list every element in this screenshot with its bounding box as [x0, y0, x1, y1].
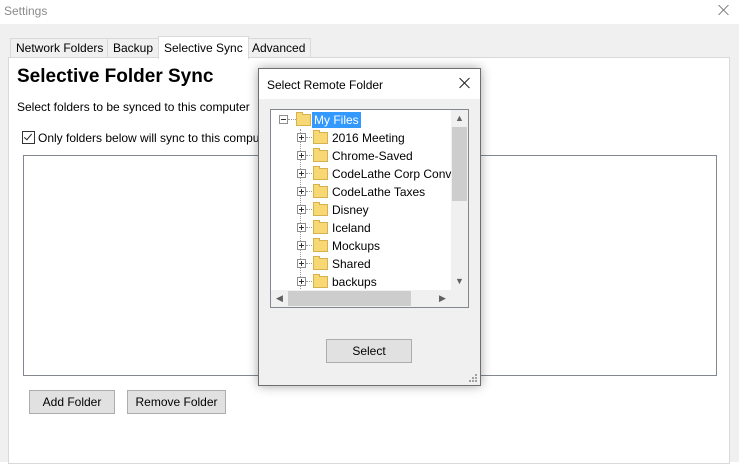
expand-icon[interactable]	[297, 187, 306, 196]
tree-node-label[interactable]: CodeLathe Taxes	[332, 185, 425, 199]
tree-node[interactable]: Iceland	[271, 219, 451, 237]
only-folders-checkbox-row[interactable]: Only folders below will sync to this com…	[22, 131, 259, 145]
only-folders-checkbox-label: Only folders below will sync to this com…	[38, 131, 260, 145]
tree-node-label[interactable]: backups	[332, 275, 377, 289]
dialog-title: Select Remote Folder	[267, 78, 384, 92]
tree-node-root[interactable]: My Files	[271, 111, 451, 129]
tree-node-label[interactable]: CodeLathe Corp Conv	[332, 167, 451, 181]
collapse-icon[interactable]	[279, 115, 288, 124]
folder-icon	[313, 184, 328, 198]
expand-icon[interactable]	[297, 241, 306, 250]
tree-node[interactable]: Disney	[271, 201, 451, 219]
select-button[interactable]: Select	[326, 339, 412, 363]
tree-node[interactable]: CodeLathe Taxes	[271, 183, 451, 201]
horizontal-scrollbar[interactable]: ◀ ▶	[271, 290, 451, 307]
folder-icon	[313, 148, 328, 162]
folder-icon	[313, 220, 328, 234]
vertical-scroll-thumb[interactable]	[452, 127, 467, 201]
tab-selective-sync[interactable]: Selective Sync	[158, 36, 249, 59]
tab-backup[interactable]: Backup	[107, 38, 160, 58]
tree-node-label[interactable]: 2016 Meeting	[332, 131, 405, 145]
folder-icon	[296, 112, 311, 126]
scrollbar-corner	[451, 290, 468, 307]
scroll-right-icon[interactable]: ▶	[434, 290, 451, 307]
add-folder-button[interactable]: Add Folder	[29, 390, 115, 414]
expand-icon[interactable]	[297, 223, 306, 232]
tree-node[interactable]: Mockups	[271, 237, 451, 255]
tree-node[interactable]: CodeLathe Corp Conv	[271, 165, 451, 183]
remove-folder-button[interactable]: Remove Folder	[127, 390, 226, 414]
horizontal-scroll-thumb[interactable]	[288, 291, 411, 306]
expand-icon[interactable]	[297, 151, 306, 160]
folder-tree[interactable]: My Files 2016 Meeting Chrome-Saved CodeL…	[270, 109, 469, 308]
tree-node[interactable]: 2016 Meeting	[271, 129, 451, 147]
dialog-title-bar: Select Remote Folder	[259, 69, 480, 99]
expand-icon[interactable]	[297, 169, 306, 178]
tree-node[interactable]: Shared	[271, 255, 451, 273]
tree-node[interactable]: Chrome-Saved	[271, 147, 451, 165]
window-title: Settings	[4, 4, 48, 18]
folder-icon	[313, 130, 328, 144]
scroll-down-icon[interactable]: ▼	[451, 273, 468, 290]
tab-network-folders[interactable]: Network Folders	[10, 38, 110, 58]
folder-icon	[313, 256, 328, 270]
tree-node-label[interactable]: Shared	[332, 257, 371, 271]
scroll-up-icon[interactable]: ▲	[451, 110, 468, 127]
tree-node[interactable]: backups	[271, 273, 451, 291]
vertical-scrollbar[interactable]: ▲ ▼	[451, 110, 468, 290]
page-title: Selective Folder Sync	[17, 66, 214, 87]
folder-icon	[313, 166, 328, 180]
tree-node-label[interactable]: Disney	[332, 203, 369, 217]
tab-advanced[interactable]: Advanced	[246, 38, 312, 58]
expand-icon[interactable]	[297, 259, 306, 268]
close-icon[interactable]	[717, 3, 731, 17]
select-remote-folder-dialog: Select Remote Folder My Files 2016 Meeti…	[258, 68, 481, 386]
expand-icon[interactable]	[297, 277, 306, 286]
tree-connector	[288, 119, 296, 121]
tree-node-label[interactable]: Iceland	[332, 221, 371, 235]
scroll-left-icon[interactable]: ◀	[271, 290, 288, 307]
tree-node-label[interactable]: Mockups	[332, 239, 380, 253]
folder-icon	[313, 202, 328, 216]
resize-grip-icon[interactable]	[469, 374, 478, 383]
only-folders-checkbox[interactable]	[22, 131, 35, 144]
folder-icon	[313, 238, 328, 252]
title-bar: Settings	[0, 0, 739, 24]
close-icon[interactable]	[459, 77, 471, 89]
tree-node-label[interactable]: My Files	[312, 112, 361, 128]
expand-icon[interactable]	[297, 205, 306, 214]
folder-icon	[313, 274, 328, 288]
page-description: Select folders to be synced to this comp…	[17, 100, 250, 114]
expand-icon[interactable]	[297, 133, 306, 142]
tree-node-label[interactable]: Chrome-Saved	[332, 149, 413, 163]
